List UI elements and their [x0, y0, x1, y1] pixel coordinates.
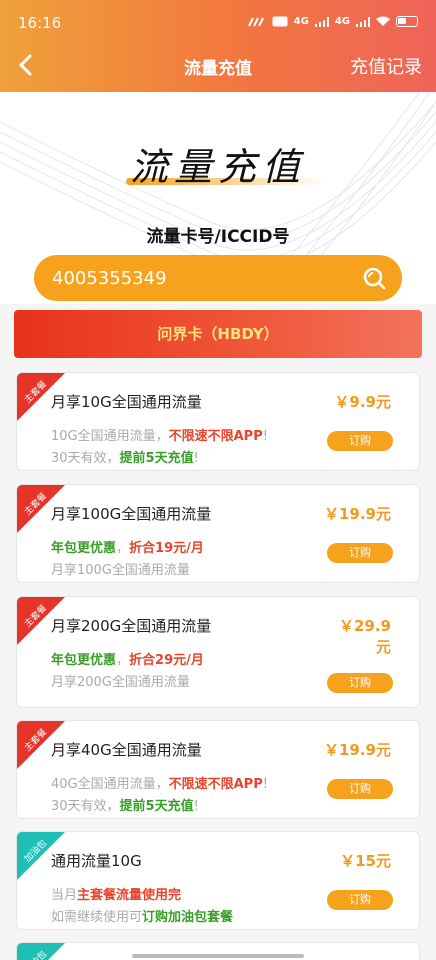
network-type-1: 4G: [293, 16, 309, 27]
package-desc-line-1: 10G全国通用流量，不限速不限APP!: [51, 429, 268, 444]
package-desc-line-1: 年包更优惠，折合19元/月: [51, 541, 204, 556]
package-name: 月享100G全国通用流量: [51, 505, 212, 523]
buy-button[interactable]: 订购: [327, 431, 393, 451]
package-name: 月享40G全国通用流量: [51, 741, 202, 759]
package-name: 通用流量10G: [51, 852, 142, 870]
card-number-search: [34, 255, 402, 301]
package-price: ￥9.9元: [334, 393, 391, 411]
header: 16:16 4G 4G 流量充值 充值记录: [0, 0, 436, 92]
buy-button[interactable]: 订购: [327, 543, 393, 563]
package-desc-line-2: 月享200G全国通用流量: [51, 675, 190, 690]
package-price: ￥19.9元: [323, 505, 391, 523]
package-desc-line-2: 30天有效，提前5天充值!: [51, 799, 199, 814]
nfc-icon: [247, 17, 264, 26]
status-time: 16:16: [18, 14, 62, 32]
battery-icon: [396, 16, 418, 27]
package-desc-line-2: 30天有效，提前5天充值!: [51, 451, 199, 466]
signal-icon-1: [314, 16, 329, 27]
package-card[interactable]: 主套餐 月享100G全国通用流量 ￥19.9元 年包更优惠，折合19元/月 月享…: [16, 484, 420, 583]
package-desc-line-1: 年包更优惠，折合29元/月: [51, 653, 204, 668]
package-card[interactable]: 主套餐 月享40G全国通用流量 ￥19.9元 40G全国通用流量，不限速不限AP…: [16, 720, 420, 819]
package-card[interactable]: 加油包 通用流量10G ￥15元 当月主套餐流量使用完 如需继续使用可订购加油包…: [16, 831, 420, 930]
package-tag: 加油包: [17, 943, 65, 960]
recharge-history-link[interactable]: 充值记录: [350, 53, 422, 79]
package-price: ￥29.9 元: [338, 617, 391, 656]
card-name-banner: 问界卡（HBDY）: [14, 310, 422, 358]
buy-button[interactable]: 订购: [327, 779, 393, 799]
package-desc-line-1: 40G全国通用流量，不限速不限APP!: [51, 777, 268, 792]
buy-button[interactable]: 订购: [327, 890, 393, 910]
card-number-label: 流量卡号/ICCID号: [146, 227, 290, 247]
package-name: 月享200G全国通用流量: [51, 617, 212, 635]
package-card[interactable]: 主套餐 月享10G全国通用流量 ￥9.9元 10G全国通用流量，不限速不限APP…: [16, 372, 420, 471]
hero-title: 流量充值: [129, 145, 306, 189]
package-desc-line-1: 当月主套餐流量使用完: [51, 888, 182, 903]
package-name: 月享10G全国通用流量: [51, 393, 202, 411]
card-number-input[interactable]: [52, 255, 352, 301]
status-icons: 4G 4G: [247, 16, 418, 27]
search-icon[interactable]: [362, 266, 386, 290]
home-indicator: [132, 954, 304, 958]
package-card[interactable]: 主套餐 月享200G全国通用流量 ￥29.9 元 年包更优惠，折合29元/月 月享…: [16, 596, 420, 708]
status-bar: 16:16 4G 4G: [0, 0, 436, 44]
hd-icon: [272, 16, 288, 27]
signal-icon-2: [356, 16, 370, 27]
package-price: ￥19.9元: [323, 741, 391, 759]
buy-button[interactable]: 订购: [327, 673, 393, 693]
network-type-2: 4G: [334, 16, 350, 27]
package-desc-line-2: 月享100G全国通用流量: [51, 563, 190, 578]
wifi-icon: [376, 16, 390, 26]
package-desc-line-2: 如需继续使用可订购加油包套餐: [51, 910, 234, 925]
package-price: ￥15元: [340, 852, 391, 870]
